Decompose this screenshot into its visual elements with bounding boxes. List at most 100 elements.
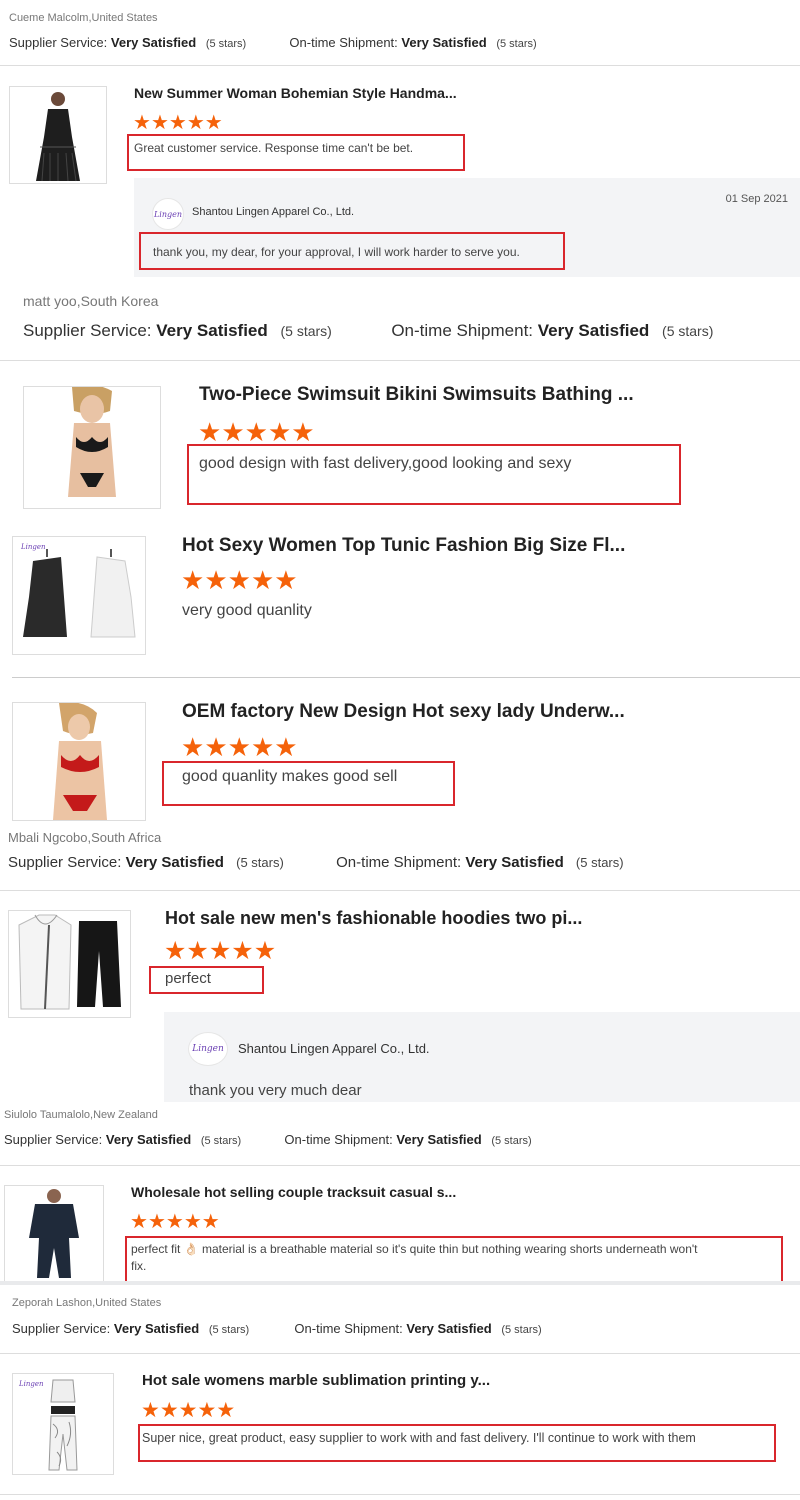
shipment-value: Very Satisfied: [396, 1132, 482, 1147]
star-icon: ★: [159, 1399, 179, 1422]
product-title[interactable]: OEM factory New Design Hot sexy lady Und…: [182, 701, 652, 723]
shipment-value: Very Satisfied: [537, 321, 650, 340]
reviewer-name: Zeporah Lashon,United States: [12, 1297, 162, 1309]
star-icon: ★: [274, 565, 298, 595]
supplier-reply: Lingen Shantou Lingen Apparel Co., Ltd. …: [164, 1012, 800, 1102]
star-icon: ★: [274, 732, 298, 762]
star-icon: ★: [291, 417, 315, 447]
star-icon: ★: [186, 937, 209, 965]
shipment-value: Very Satisfied: [401, 35, 487, 50]
star-icon: ★: [186, 112, 205, 134]
reviewer-name: matt yoo,South Korea: [23, 293, 159, 309]
star-icon: ★: [198, 417, 222, 447]
reply-date: 01 Sep 2021: [725, 193, 788, 205]
star-rating: ★ ★ ★ ★ ★: [181, 567, 298, 593]
star-icon: ★: [130, 1211, 148, 1233]
shipment-stars: (5 stars): [496, 38, 537, 50]
star-icon: ★: [208, 937, 232, 965]
product-title[interactable]: Wholesale hot selling couple tracksuit c…: [131, 1184, 476, 1200]
highlight-box: [149, 966, 264, 994]
supplier-name[interactable]: Shantou Lingen Apparel Co., Ltd.: [192, 206, 354, 218]
star-icon: ★: [227, 565, 251, 595]
product-thumbnail[interactable]: [4, 1185, 104, 1283]
supplier-service-value: Very Satisfied: [105, 1132, 192, 1147]
product-thumbnail[interactable]: Lingen: [12, 536, 146, 655]
product-title[interactable]: New Summer Woman Bohemian Style Handma..…: [134, 85, 474, 101]
review-header: Zeporah Lashon,United States Supplier Se…: [0, 1285, 800, 1353]
product-title[interactable]: Hot Sexy Women Top Tunic Fashion Big Siz…: [182, 535, 652, 557]
shipment-stars: (5 stars): [491, 1135, 532, 1147]
divider: [0, 360, 800, 361]
highlight-box: [162, 761, 455, 806]
highlight-box: [138, 1424, 776, 1462]
highlight-box: [139, 232, 565, 270]
svg-text:Lingen: Lingen: [18, 1380, 44, 1388]
product-thumbnail[interactable]: Lingen: [12, 1373, 114, 1475]
supplier-logo-icon: Lingen: [188, 1032, 228, 1066]
divider: [0, 890, 800, 891]
star-icon: ★: [253, 937, 277, 965]
star-icon: ★: [227, 732, 251, 762]
supplier-service-value: Very Satisfied: [156, 321, 268, 340]
star-icon: ★: [204, 565, 228, 595]
review-header: Mbali Ngcobo,South Africa Supplier Servi…: [0, 826, 800, 890]
supplier-service-stars: (5 stars): [200, 1135, 242, 1147]
rating-summary: Supplier Service: Very Satisfied (5 star…: [9, 35, 537, 50]
star-rating: ★ ★ ★ ★ ★: [181, 734, 298, 760]
reviewer-name: Mbali Ngcobo,South Africa: [8, 830, 162, 845]
star-icon: ★: [147, 1211, 166, 1233]
product-thumbnail[interactable]: [23, 386, 161, 509]
product-image-lingerie: [13, 703, 145, 820]
shipment-label: On-time Shipment:: [284, 1132, 393, 1147]
supplier-service-stars: (5 stars): [236, 855, 284, 870]
review-header: Siulolo Taumalolo,New Zealand Supplier S…: [0, 1103, 800, 1165]
shipment-label: On-time Shipment:: [289, 35, 398, 50]
product-thumbnail[interactable]: [12, 702, 146, 821]
product-thumbnail[interactable]: [9, 86, 107, 184]
shipment-stars: (5 stars): [501, 1324, 542, 1336]
divider: [12, 677, 800, 678]
product-title[interactable]: Two-Piece Swimsuit Bikini Swimsuits Bath…: [199, 384, 669, 406]
product-title[interactable]: Hot sale womens marble sublimation print…: [142, 1372, 492, 1389]
star-icon: ★: [204, 732, 228, 762]
star-icon: ★: [267, 417, 292, 447]
shipment-label: On-time Shipment:: [336, 854, 462, 871]
supplier-service-label: Supplier Service:: [4, 1132, 103, 1147]
star-icon: ★: [250, 732, 275, 762]
supplier-service-value: Very Satisfied: [125, 854, 224, 871]
supplier-service-value: Very Satisfied: [110, 35, 197, 50]
divider: [0, 1165, 800, 1166]
reviewer-name: Cueme Malcolm,United States: [9, 12, 158, 24]
rating-summary: Supplier Service: Very Satisfied (5 star…: [4, 1132, 532, 1147]
shipment-stars: (5 stars): [575, 855, 624, 870]
star-icon: ★: [178, 1399, 198, 1422]
star-icon: ★: [221, 417, 245, 447]
star-icon: ★: [150, 112, 169, 134]
star-icon: ★: [183, 1211, 202, 1233]
star-icon: ★: [133, 112, 151, 134]
supplier-service-stars: (5 stars): [280, 323, 332, 339]
product-thumbnail[interactable]: [8, 910, 131, 1018]
supplier-service-value: Very Satisfied: [113, 1321, 200, 1336]
supplier-service-label: Supplier Service:: [9, 35, 108, 50]
rating-summary: Supplier Service: Very Satisfied (5 star…: [23, 321, 713, 341]
star-icon: ★: [197, 1399, 217, 1422]
supplier-service-label: Supplier Service:: [8, 854, 122, 871]
star-icon: ★: [181, 565, 205, 595]
product-title[interactable]: Hot sale new men's fashionable hoodies t…: [165, 908, 595, 929]
supplier-name[interactable]: Shantou Lingen Apparel Co., Ltd.: [238, 1041, 430, 1056]
star-icon: ★: [250, 565, 275, 595]
product-image-tunic: Lingen: [13, 537, 145, 654]
supplier-logo-icon: Lingen: [152, 198, 184, 230]
divider: [0, 65, 800, 66]
star-icon: ★: [231, 937, 254, 965]
shipment-label: On-time Shipment:: [391, 321, 534, 340]
star-icon: ★: [204, 112, 223, 134]
highlight-box: [125, 1236, 783, 1281]
star-icon: ★: [244, 417, 268, 447]
shipment-value: Very Satisfied: [465, 854, 564, 871]
product-image-dress: [10, 87, 106, 183]
shipment-stars: (5 stars): [662, 323, 714, 339]
reviewer-name: Siulolo Taumalolo,New Zealand: [4, 1109, 158, 1121]
product-image-tracksuit: [5, 1186, 103, 1282]
